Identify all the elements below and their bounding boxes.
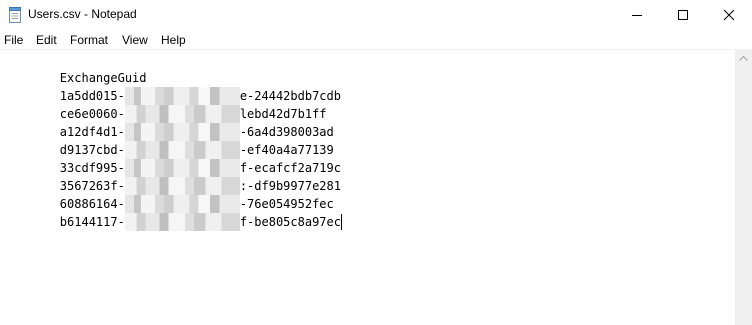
menu-help[interactable]: Help — [161, 33, 186, 47]
minimize-icon — [632, 15, 642, 16]
maximize-icon — [678, 10, 688, 20]
scroll-up-arrow-icon — [739, 56, 748, 61]
menu-view[interactable]: View — [122, 33, 148, 47]
csv-row: a12df4d1- -6a4d398003ad — [2, 105, 342, 141]
text-editor[interactable]: ExchangeGuid 1a5dd015- e-24442bdb7cdb ce6… — [0, 50, 735, 325]
vertical-scrollbar[interactable] — [735, 50, 752, 325]
csv-row: ce6e0060- lebd42d7b1ff — [2, 87, 342, 123]
close-button[interactable] — [706, 0, 752, 30]
csv-row: 33cdf995- f-ecafcf2a719c — [2, 141, 342, 177]
csv-row: b6144117- f-be805c8a97ec — [2, 195, 342, 231]
guid-suffix: f-be805c8a97ec — [239, 215, 341, 229]
notepad-icon — [8, 7, 22, 23]
scroll-up-button[interactable] — [735, 50, 752, 67]
menu-format[interactable]: Format — [70, 33, 108, 47]
csv-row: 1a5dd015- e-24442bdb7cdb — [2, 69, 342, 105]
notepad-window: Users.csv - Notepad File Edit Format Vie… — [0, 0, 752, 325]
title-bar[interactable]: Users.csv - Notepad — [0, 0, 752, 30]
document-text: ExchangeGuid 1a5dd015- e-24442bdb7cdb ce6… — [2, 51, 342, 231]
close-icon — [723, 9, 735, 21]
csv-row: 60886164- -76e054952fec — [2, 177, 342, 213]
menu-edit[interactable]: Edit — [36, 33, 57, 47]
text-caret — [340, 214, 342, 230]
menu-file[interactable]: File — [4, 33, 23, 47]
minimize-button[interactable] — [614, 0, 660, 30]
window-title: Users.csv - Notepad — [28, 7, 137, 21]
maximize-button[interactable] — [660, 0, 706, 30]
csv-row: 3567263f-:-df9b9977e281 — [2, 159, 342, 195]
redaction-blur — [124, 213, 240, 231]
csv-row: d9137cbd- -ef40a4a77139 — [2, 123, 342, 159]
guid-prefix: b6144117- — [59, 215, 125, 229]
menu-bar: File Edit Format View Help — [0, 30, 752, 50]
csv-header-line: ExchangeGuid — [2, 51, 342, 85]
